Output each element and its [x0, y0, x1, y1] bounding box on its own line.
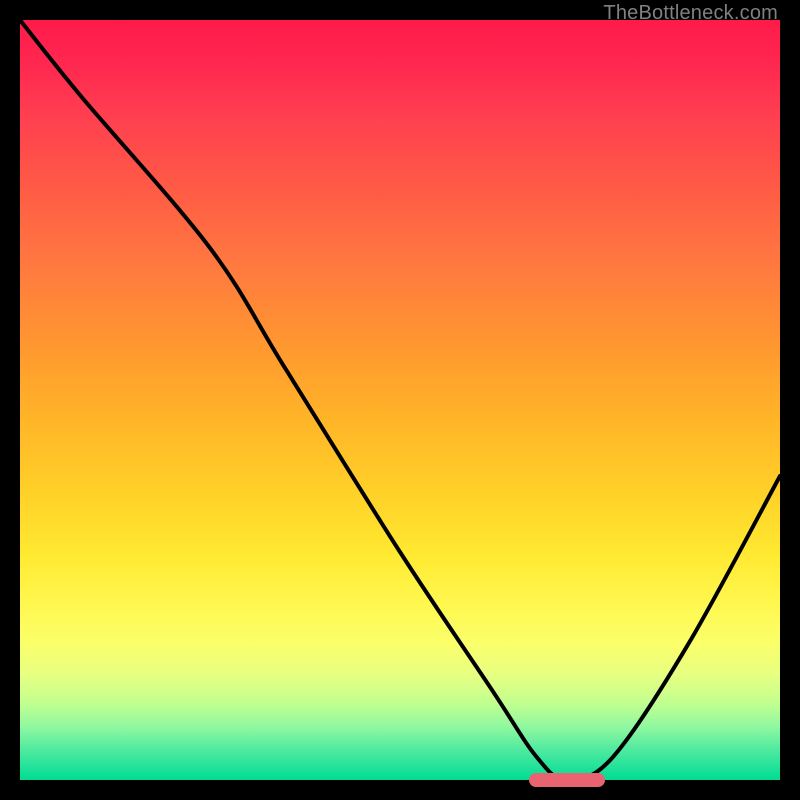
bottleneck-curve-path — [20, 20, 780, 780]
plot-area — [20, 20, 780, 780]
optimal-range-marker — [529, 773, 605, 787]
curve-svg — [20, 20, 780, 780]
chart-container: TheBottleneck.com — [0, 0, 800, 800]
